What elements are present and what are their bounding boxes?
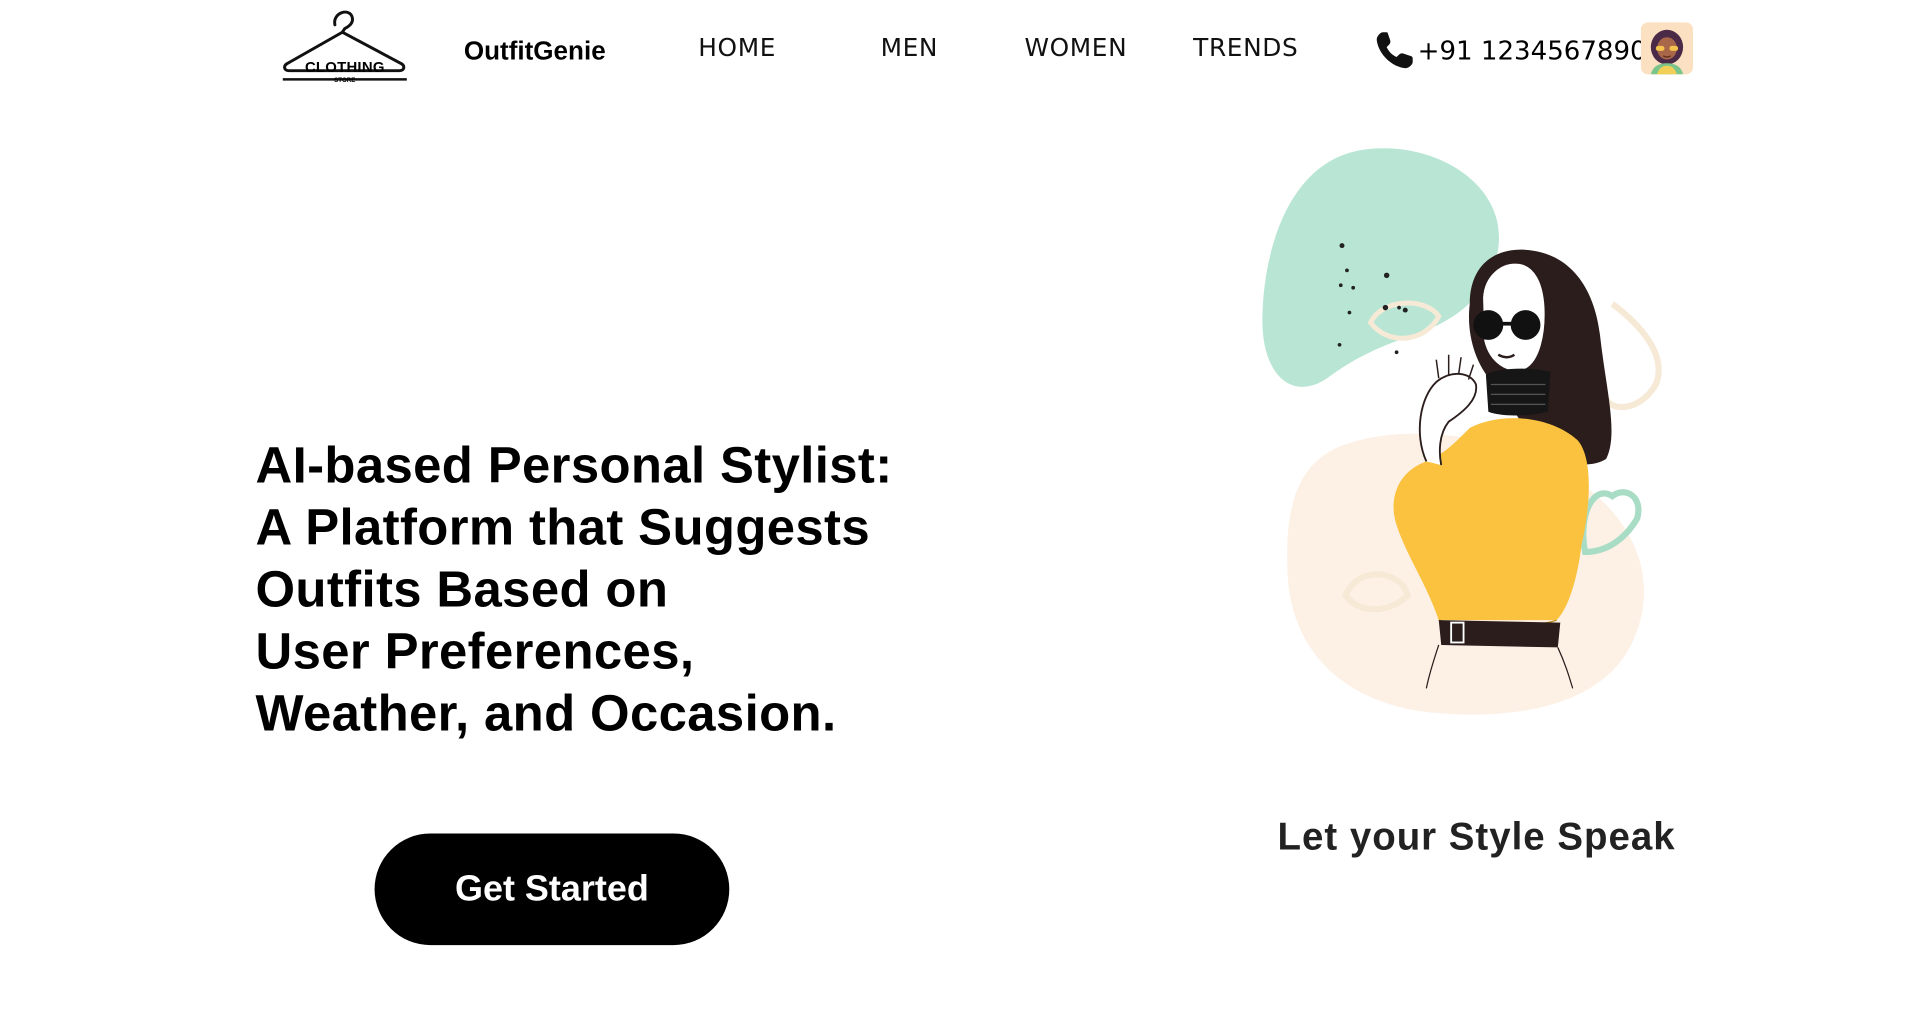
tagline: Let your Style Speak — [1277, 814, 1676, 859]
headline-line: User Preferences, — [255, 622, 695, 680]
headline-line: A Platform that Suggests — [255, 498, 871, 556]
landing-page: CLOTHING STORE OutfitGenie HOME MEN WOME… — [0, 0, 1920, 1021]
logo-text: CLOTHING — [304, 58, 385, 76]
headline-line: Outfits Based on — [255, 560, 669, 618]
phone-icon — [1376, 32, 1413, 69]
clothing-store-logo[interactable]: CLOTHING STORE — [278, 5, 412, 87]
headline-line: AI-based Personal Stylist: — [255, 436, 893, 494]
nav-women[interactable]: WOMEN — [1024, 31, 1127, 63]
brand-name[interactable]: OutfitGenie — [464, 35, 606, 70]
hero-headline: AI-based Personal Stylist: A Platform th… — [256, 434, 1000, 744]
avatar-icon — [1640, 22, 1694, 75]
logo-subtext: STORE — [334, 76, 356, 85]
phone-number[interactable]: +91 1234567890 — [1418, 33, 1647, 68]
nav-home[interactable]: HOME — [698, 31, 776, 63]
get-started-button[interactable]: Get Started — [374, 833, 730, 946]
nav-trends[interactable]: TRENDS — [1193, 31, 1298, 63]
user-avatar[interactable] — [1640, 22, 1694, 75]
nav-men[interactable]: MEN — [881, 31, 938, 63]
woman-in-sunglasses-illustration — [1262, 148, 1662, 715]
headline-line: Weather, and Occasion. — [255, 684, 837, 742]
